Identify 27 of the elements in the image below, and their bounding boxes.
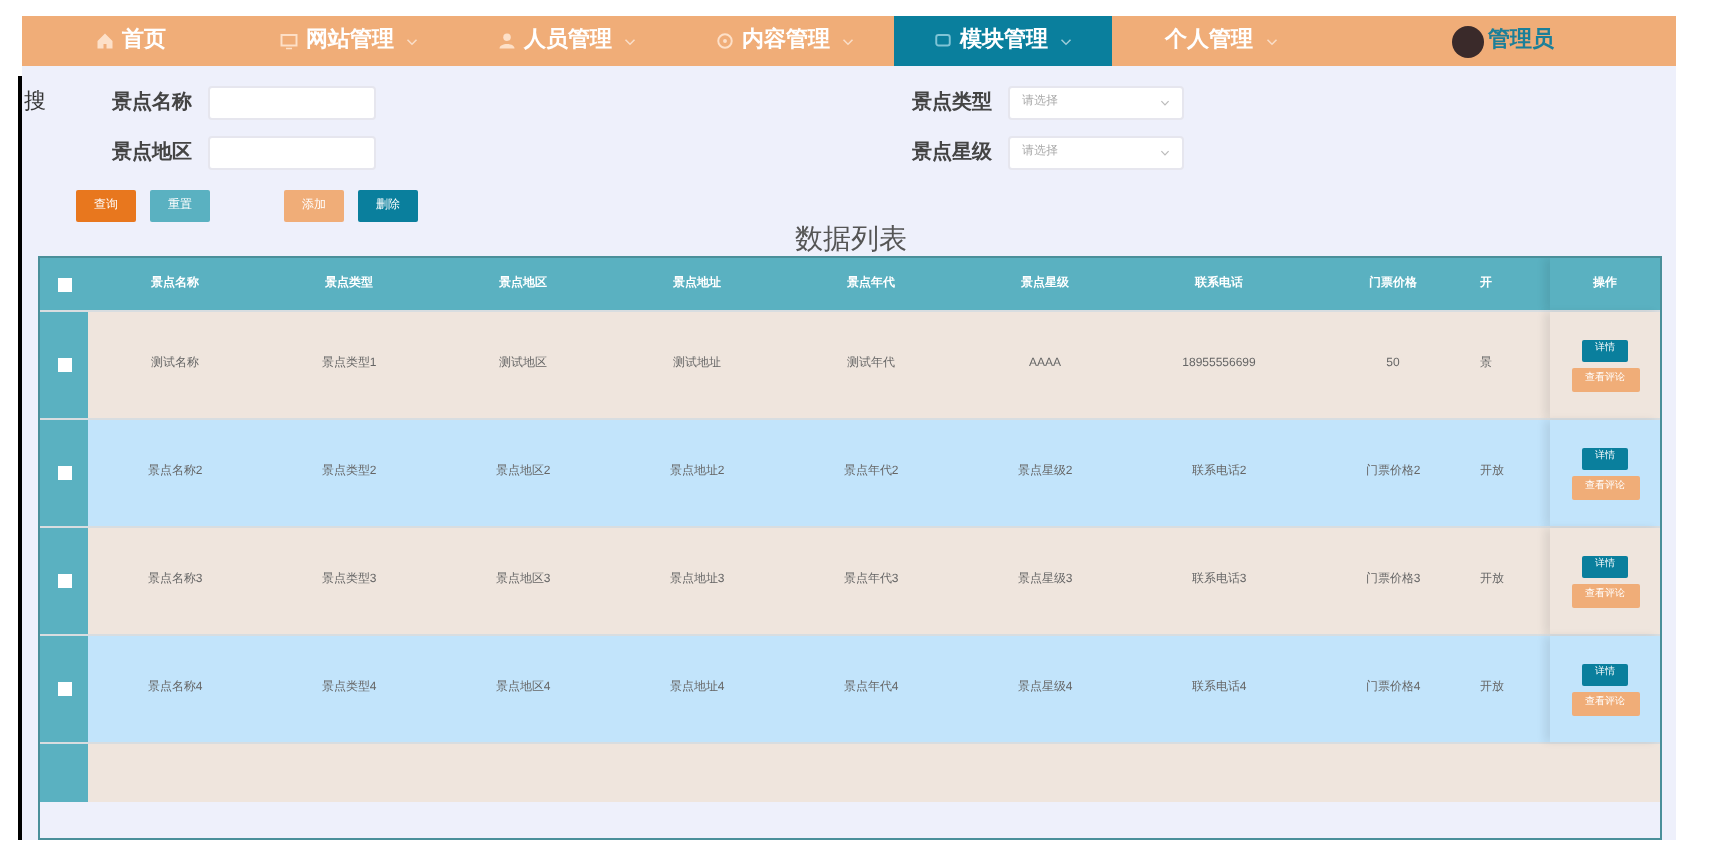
field-label: 景点类型 xyxy=(912,89,992,118)
checkbox[interactable] xyxy=(57,466,71,480)
nav-tab[interactable]: 模块管理 xyxy=(894,16,1112,66)
checkbox[interactable] xyxy=(57,277,71,291)
field-label: 景点地区 xyxy=(112,139,192,168)
checkbox[interactable] xyxy=(57,682,71,696)
nav-tab[interactable]: 内容管理 xyxy=(676,16,894,66)
monitor-icon xyxy=(280,32,298,50)
table-title: 数据列表 xyxy=(793,220,909,256)
search-label: 搜 xyxy=(24,88,48,118)
circle-icon xyxy=(716,32,734,50)
text-input[interactable] xyxy=(208,86,376,120)
checkbox[interactable] xyxy=(57,574,71,588)
nav-tab[interactable]: 人员管理 xyxy=(458,16,676,66)
text-input[interactable] xyxy=(208,136,376,170)
avatar-icon xyxy=(1452,25,1484,57)
nav-tab[interactable]: 个人管理 xyxy=(1112,16,1330,66)
nav-tab[interactable]: 网站管理 xyxy=(240,16,458,66)
field-label: 景点星级 xyxy=(912,139,992,168)
home-icon xyxy=(96,32,114,50)
nav-tab[interactable]: 首页 xyxy=(22,16,240,66)
user-name[interactable]: 管理员 xyxy=(1488,24,1554,58)
field-label: 景点名称 xyxy=(112,89,192,118)
checkbox[interactable] xyxy=(57,358,71,372)
person-icon xyxy=(498,32,516,50)
chevron-icon xyxy=(1160,100,1170,106)
chevron-icon xyxy=(1160,150,1170,156)
